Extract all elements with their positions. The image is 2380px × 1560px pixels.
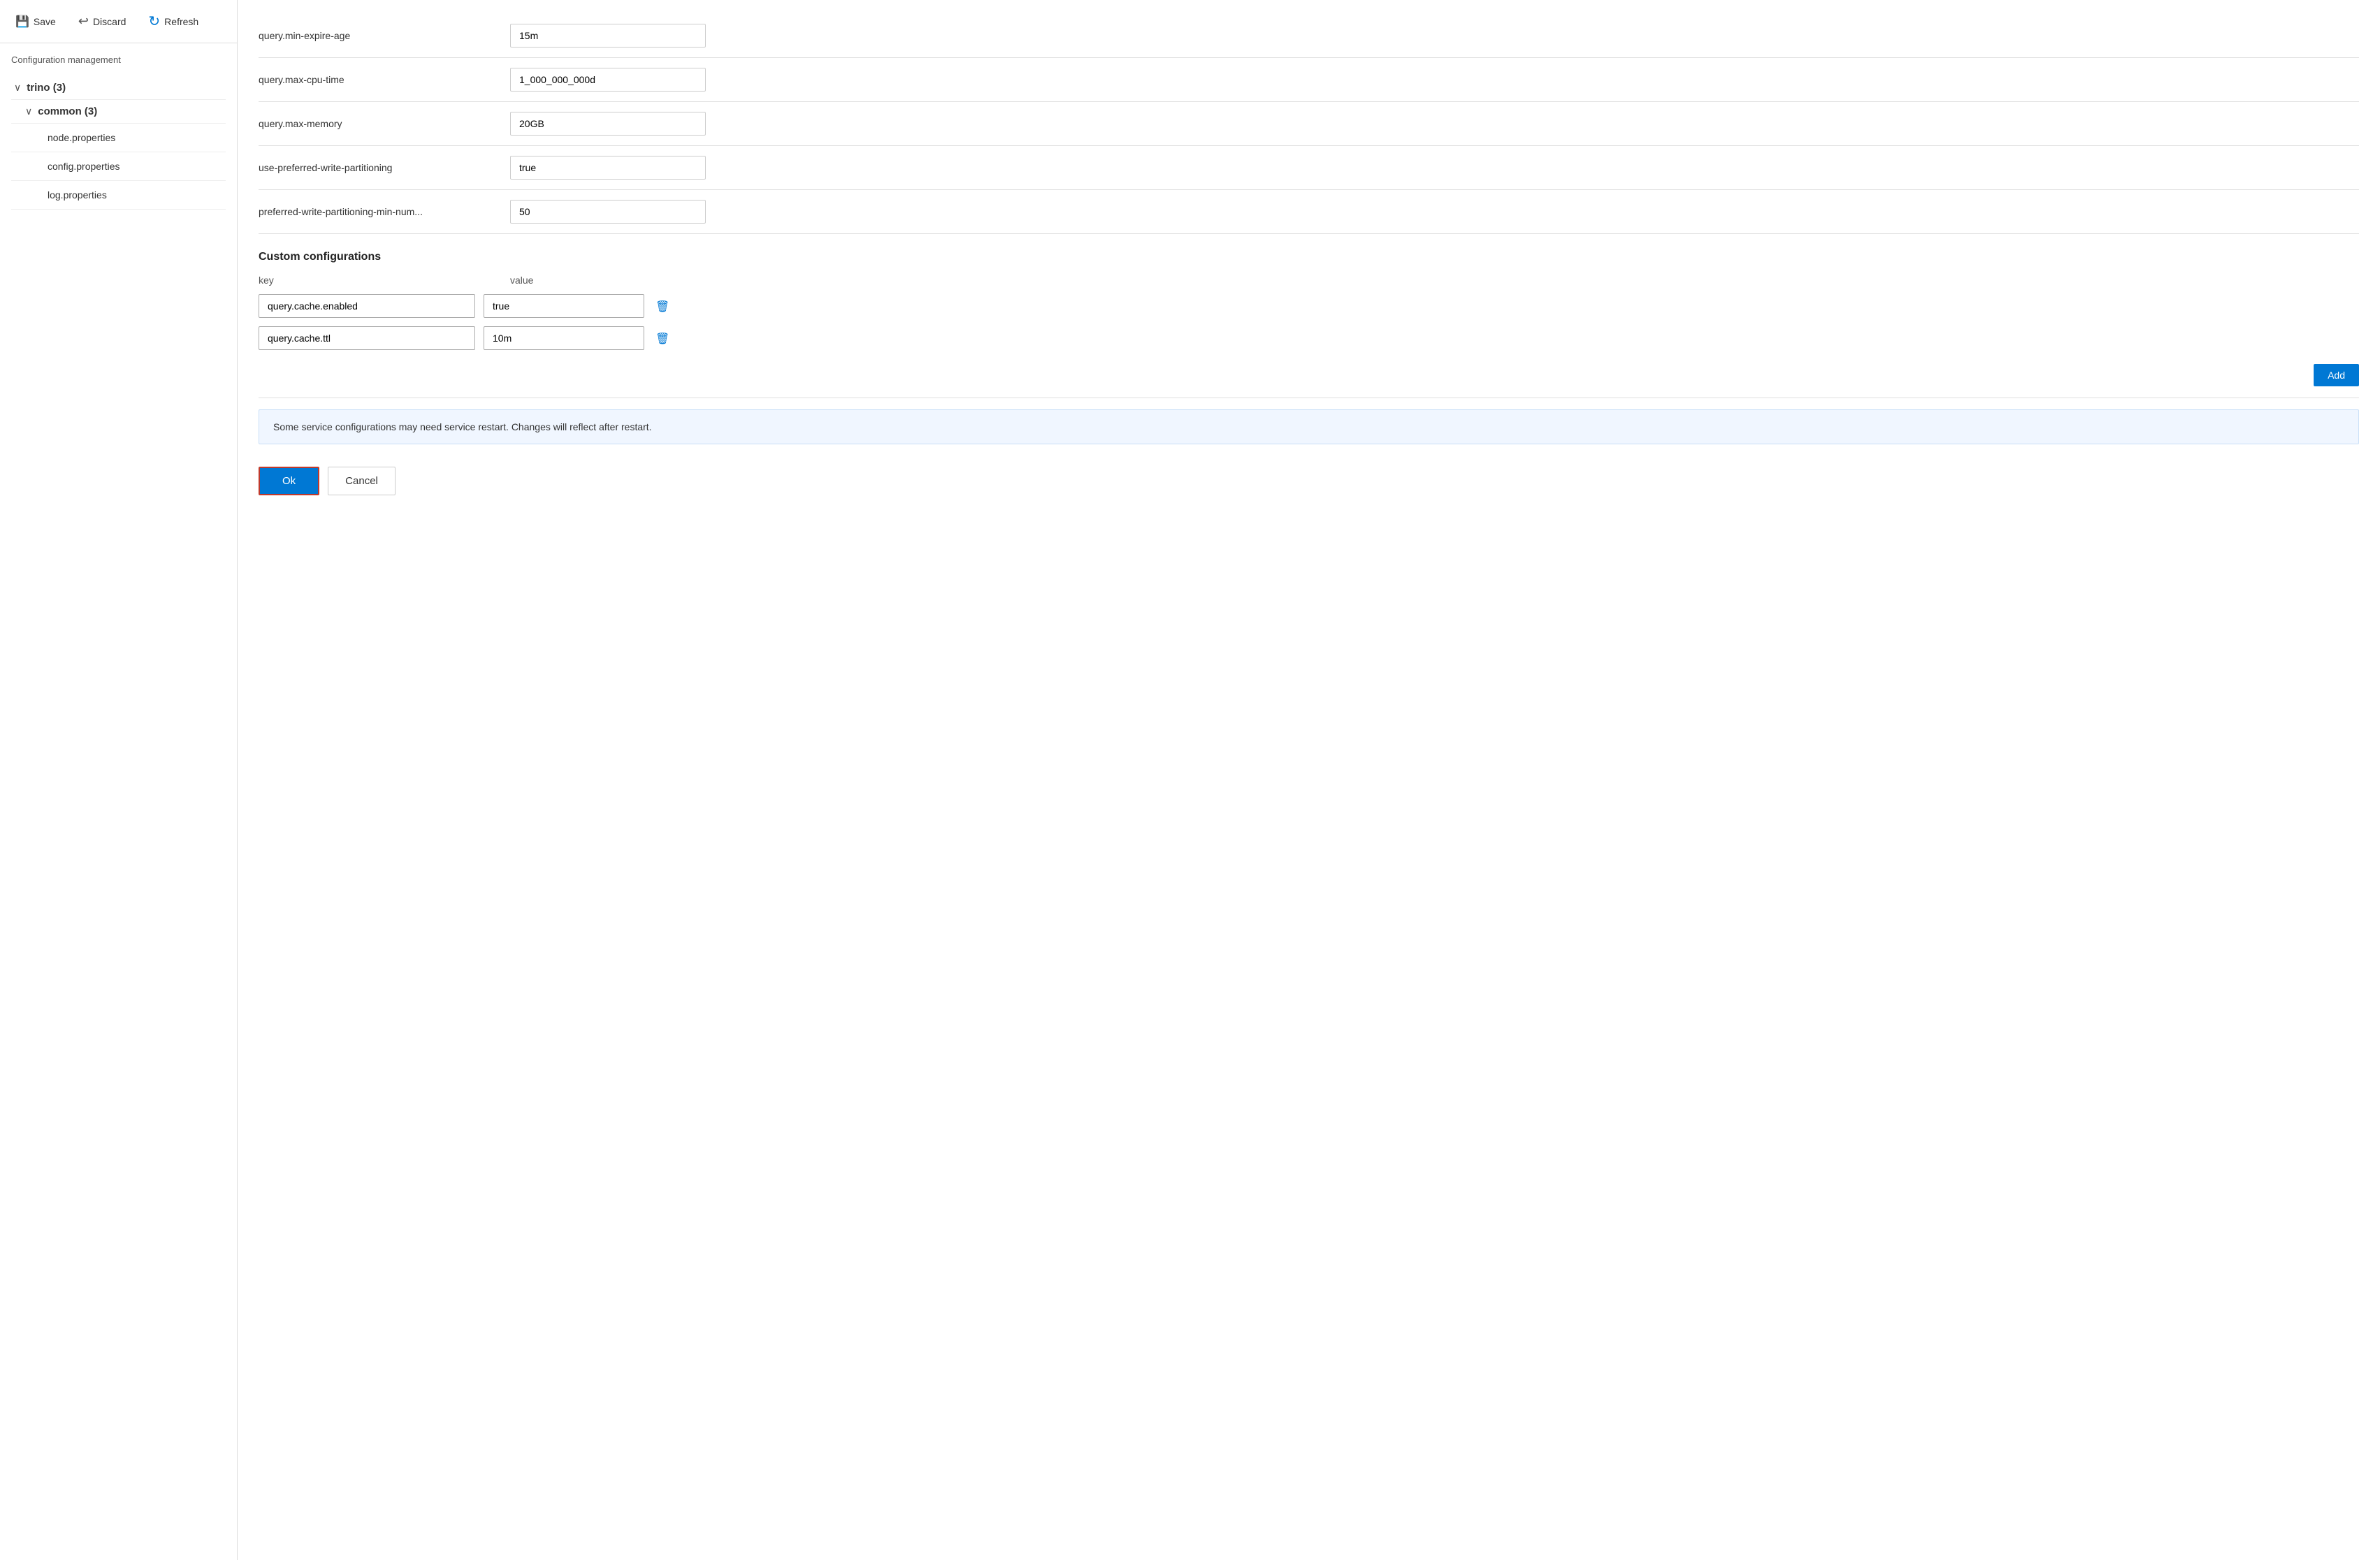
- discard-button[interactable]: Discard: [74, 11, 131, 31]
- custom-value-input-1[interactable]: [484, 326, 644, 350]
- delete-button-0[interactable]: [653, 296, 672, 316]
- config-row-4: preferred-write-partitioning-min-num...: [259, 190, 2359, 234]
- info-message: Some service configurations may need ser…: [273, 421, 652, 432]
- right-content: query.min-expire-age query.max-cpu-time …: [238, 0, 2380, 520]
- refresh-label: Refresh: [164, 16, 198, 27]
- save-button[interactable]: Save: [11, 12, 60, 31]
- tree-leaf-config-properties[interactable]: config.properties: [11, 152, 226, 181]
- chevron-down-icon: ∨: [14, 82, 21, 94]
- custom-row-1: [259, 326, 2359, 350]
- delete-button-1[interactable]: [653, 328, 672, 349]
- custom-col-value-label: value: [510, 275, 533, 286]
- custom-config-header: key value: [259, 275, 2359, 286]
- refresh-icon: [148, 13, 160, 30]
- discard-label: Discard: [93, 16, 126, 27]
- config-value-input-1[interactable]: [510, 68, 706, 92]
- config-key-0: query.min-expire-age: [259, 30, 496, 41]
- toolbar: Save Discard Refresh: [0, 0, 237, 43]
- custom-config-section-title: Custom configurations: [259, 251, 2359, 263]
- trash-icon-0: [655, 299, 669, 314]
- left-panel: Save Discard Refresh Configuration manag…: [0, 0, 238, 1560]
- info-box: Some service configurations may need ser…: [259, 409, 2359, 444]
- config-section: Configuration management ∨ trino (3) ∨ c…: [0, 43, 237, 221]
- tree-child-label: common (3): [38, 105, 97, 117]
- custom-col-key-label: key: [259, 275, 496, 286]
- add-btn-container: Add: [259, 358, 2359, 398]
- config-value-input-4[interactable]: [510, 200, 706, 224]
- config-row-2: query.max-memory: [259, 102, 2359, 146]
- refresh-button[interactable]: Refresh: [144, 10, 203, 33]
- custom-key-input-0[interactable]: [259, 294, 475, 318]
- config-key-3: use-preferred-write-partitioning: [259, 162, 496, 173]
- tree-root-label: trino (3): [27, 82, 66, 94]
- discard-icon: [78, 14, 89, 29]
- config-key-2: query.max-memory: [259, 118, 496, 129]
- ok-button[interactable]: Ok: [259, 467, 319, 495]
- tree-leaf-log-properties[interactable]: log.properties: [11, 181, 226, 210]
- config-row-3: use-preferred-write-partitioning: [259, 146, 2359, 190]
- config-row-0: query.min-expire-age: [259, 14, 2359, 58]
- right-panel: query.min-expire-age query.max-cpu-time …: [238, 0, 2380, 1560]
- tree-root-trino[interactable]: ∨ trino (3): [11, 76, 226, 100]
- custom-key-input-1[interactable]: [259, 326, 475, 350]
- chevron-down-icon-child: ∨: [25, 105, 32, 117]
- config-key-4: preferred-write-partitioning-min-num...: [259, 206, 496, 217]
- save-icon: [15, 15, 29, 29]
- custom-value-input-0[interactable]: [484, 294, 644, 318]
- add-button[interactable]: Add: [2314, 364, 2359, 386]
- action-buttons: Ok Cancel: [259, 455, 2359, 506]
- config-value-input-3[interactable]: [510, 156, 706, 180]
- config-key-1: query.max-cpu-time: [259, 74, 496, 85]
- config-row-1: query.max-cpu-time: [259, 58, 2359, 102]
- trash-icon-1: [655, 331, 669, 346]
- config-value-input-0[interactable]: [510, 24, 706, 48]
- tree-leaf-node-properties[interactable]: node.properties: [11, 124, 226, 152]
- config-value-input-2[interactable]: [510, 112, 706, 136]
- cancel-button[interactable]: Cancel: [328, 467, 396, 495]
- tree-child-common[interactable]: ∨ common (3): [11, 100, 226, 124]
- config-management-label: Configuration management: [11, 54, 226, 65]
- custom-row-0: [259, 294, 2359, 318]
- save-label: Save: [34, 16, 56, 27]
